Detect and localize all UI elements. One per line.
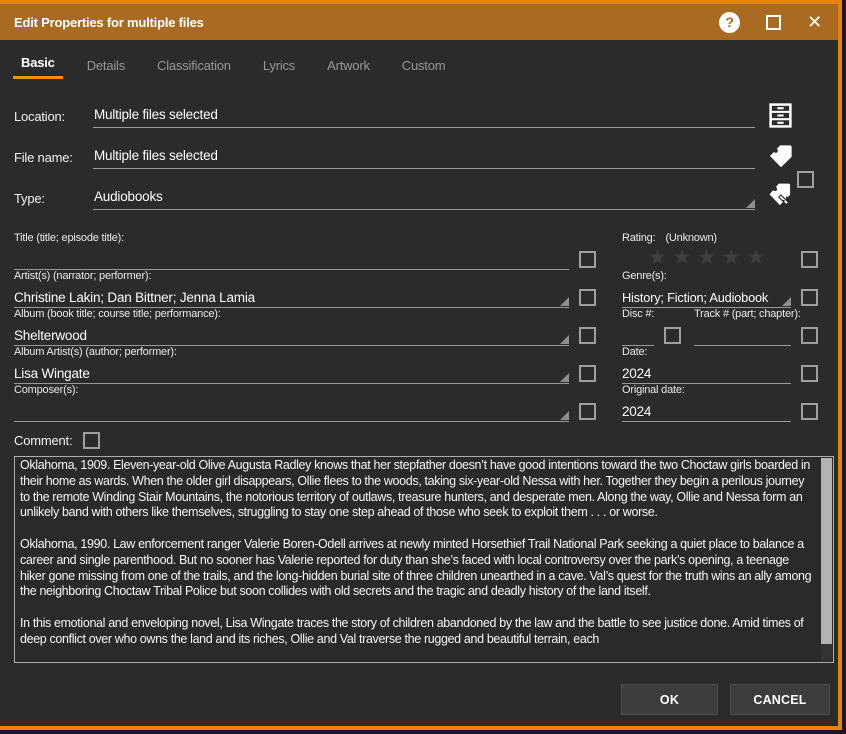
track-checkbox[interactable]: [801, 327, 818, 344]
tab-basic[interactable]: Basic: [13, 55, 63, 79]
title-bar: Edit Properties for multiple files ? ✕: [0, 4, 838, 40]
type-label: Type:: [14, 191, 93, 210]
star-icon[interactable]: ★: [673, 248, 692, 268]
rating-label: Rating:: [622, 232, 655, 244]
help-icon[interactable]: ?: [719, 12, 740, 33]
album-field: Album (book title; course title; perform…: [14, 308, 596, 346]
tab-artwork[interactable]: Artwork: [319, 58, 378, 79]
star-icon[interactable]: ★: [747, 248, 766, 268]
title-field: Title (title; episode title):: [14, 232, 596, 270]
tab-lyrics[interactable]: Lyrics: [255, 58, 303, 79]
location-label: Location:: [14, 109, 93, 128]
tab-classification[interactable]: Classification: [149, 58, 239, 79]
title-checkbox[interactable]: [579, 251, 596, 268]
original-date-label: Original date:: [622, 384, 818, 396]
star-icon[interactable]: ★: [648, 248, 667, 268]
composer-input[interactable]: [14, 400, 569, 422]
genre-checkbox[interactable]: [801, 289, 818, 306]
close-icon[interactable]: ✕: [807, 13, 822, 31]
composer-field: Composer(s):: [14, 384, 596, 422]
composer-label: Composer(s):: [14, 384, 596, 396]
artist-input[interactable]: Christine Lakin; Dan Bittner; Jenna Lami…: [14, 286, 569, 308]
file-name-input[interactable]: Multiple files selected: [93, 145, 755, 169]
album-input[interactable]: Shelterwood: [14, 324, 569, 346]
file-cabinet-icon[interactable]: [768, 103, 793, 128]
track-label: Track # (part; chapter):: [694, 308, 818, 320]
help-glyph: ?: [725, 14, 733, 30]
artist-field: Artist(s) (narrator; performer): Christi…: [14, 270, 596, 308]
tab-bar: Basic Details Classification Lyrics Artw…: [0, 40, 838, 86]
rating-stars: ★ ★ ★ ★ ★: [648, 248, 765, 268]
type-row: Type: Audiobooks: [14, 186, 838, 210]
disc-input[interactable]: [622, 324, 654, 346]
edit-properties-dialog: Edit Properties for multiple files ? ✕ B…: [0, 0, 842, 730]
basic-tab-panel: Location: Multiple files selected File n…: [0, 86, 838, 715]
rating-field: Rating: (Unknown) ★ ★ ★ ★ ★: [622, 232, 818, 270]
title-input[interactable]: [14, 248, 569, 270]
maximize-icon[interactable]: [766, 15, 781, 30]
star-icon[interactable]: ★: [697, 248, 716, 268]
disc-field: Disc #:: [622, 308, 688, 346]
date-checkbox[interactable]: [801, 365, 818, 382]
location-input[interactable]: Multiple files selected: [93, 104, 755, 128]
comment-checkbox[interactable]: [83, 432, 100, 449]
album-artist-field: Album Artist(s) (author; performer): Lis…: [14, 346, 596, 384]
original-date-checkbox[interactable]: [801, 403, 818, 420]
location-row: Location: Multiple files selected: [14, 104, 838, 128]
tab-custom[interactable]: Custom: [394, 58, 454, 79]
rating-status: (Unknown): [665, 232, 716, 244]
original-date-field: Original date: 2024: [622, 384, 818, 422]
comment-label: Comment:: [14, 433, 72, 448]
title-label: Title (title; episode title):: [14, 232, 596, 244]
date-label: Date:: [622, 346, 818, 358]
star-icon[interactable]: ★: [722, 248, 741, 268]
comment-scrollbar-thumb[interactable]: [821, 458, 832, 644]
artist-label: Artist(s) (narrator; performer):: [14, 270, 596, 282]
comment-scrollbar[interactable]: [821, 458, 832, 661]
album-artist-label: Album Artist(s) (author; performer):: [14, 346, 596, 358]
ok-button[interactable]: OK: [621, 684, 718, 715]
genre-input[interactable]: History; Fiction; Audiobook: [622, 286, 791, 308]
date-input[interactable]: 2024: [622, 362, 791, 384]
disc-checkbox[interactable]: [664, 327, 681, 344]
tag-icon[interactable]: [768, 143, 794, 169]
genre-label: Genre(s):: [622, 270, 818, 282]
comment-text: Oklahoma, 1909. Eleven-year-old Olive Au…: [20, 458, 815, 662]
composer-checkbox[interactable]: [579, 403, 596, 420]
rating-checkbox[interactable]: [801, 251, 818, 268]
original-date-input[interactable]: 2024: [622, 400, 791, 422]
disc-label: Disc #:: [622, 308, 688, 320]
album-artist-checkbox[interactable]: [579, 365, 596, 382]
album-label: Album (book title; course title; perform…: [14, 308, 596, 320]
file-name-label: File name:: [14, 150, 93, 169]
album-checkbox[interactable]: [579, 327, 596, 344]
comment-textarea[interactable]: Oklahoma, 1909. Eleven-year-old Olive Au…: [14, 456, 834, 663]
artist-checkbox[interactable]: [579, 289, 596, 306]
window-title: Edit Properties for multiple files: [14, 15, 204, 30]
date-field: Date: 2024: [622, 346, 818, 384]
track-field: Track # (part; chapter):: [694, 308, 818, 346]
genre-field: Genre(s): History; Fiction; Audiobook: [622, 270, 818, 308]
tab-details[interactable]: Details: [79, 58, 133, 79]
titlebar-buttons: ? ✕: [719, 12, 822, 33]
auto-tag-icon[interactable]: [768, 182, 796, 210]
cancel-button[interactable]: CANCEL: [730, 684, 830, 715]
album-artist-input[interactable]: Lisa Wingate: [14, 362, 569, 384]
type-checkbox[interactable]: [797, 171, 814, 188]
file-name-row: File name: Multiple files selected: [14, 145, 838, 169]
type-select[interactable]: Audiobooks: [93, 186, 755, 210]
track-input[interactable]: [694, 324, 791, 346]
